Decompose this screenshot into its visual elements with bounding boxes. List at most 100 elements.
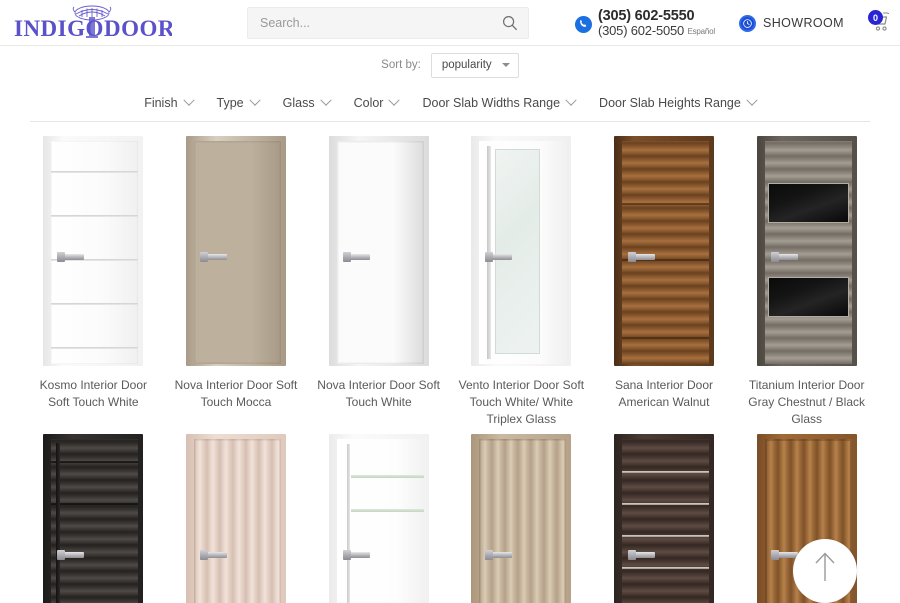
door-jamb: [614, 136, 714, 366]
door-slab: [479, 141, 566, 364]
door-trim-strip: [56, 443, 60, 603]
filter-label: Finish: [144, 96, 177, 110]
product-card[interactable]: Sana Interior Door American Walnut: [593, 136, 736, 428]
filter-door-slab-widths-range[interactable]: Door Slab Widths Range: [422, 96, 575, 110]
door-jamb: [757, 136, 857, 366]
door-groove: [51, 171, 138, 173]
door-seam: [51, 503, 138, 505]
product-card[interactable]: Nova Interior Door Soft Touch White: [307, 136, 450, 428]
chevron-down-icon: [320, 94, 331, 105]
door-groove: [51, 347, 138, 349]
door-slab: [51, 439, 138, 603]
door-jamb: [471, 434, 571, 603]
door-metal-strip: [622, 471, 709, 473]
product-grid: Kosmo Interior Door Soft Touch White Nova…: [0, 122, 900, 603]
product-card[interactable]: [450, 434, 593, 603]
chevron-down-icon: [183, 94, 194, 105]
door-image[interactable]: [471, 434, 571, 603]
filter-door-slab-heights-range[interactable]: Door Slab Heights Range: [599, 96, 756, 110]
filter-color[interactable]: Color: [354, 96, 399, 110]
door-jamb: [186, 434, 286, 603]
door-handle: [633, 552, 655, 558]
door-slab: [194, 439, 281, 603]
door-image[interactable]: [329, 136, 429, 366]
filter-label: Door Slab Heights Range: [599, 96, 741, 110]
search-icon[interactable]: [502, 15, 518, 31]
filter-finish[interactable]: Finish: [144, 96, 192, 110]
door-image[interactable]: [186, 434, 286, 603]
sort-by-select[interactable]: popularity: [431, 53, 519, 78]
product-card[interactable]: Nova Interior Door Soft Touch Mocca: [165, 136, 308, 428]
door-handle: [205, 552, 227, 558]
arrow-up-icon: [810, 548, 840, 582]
door-groove: [51, 303, 138, 305]
door-image[interactable]: [329, 434, 429, 603]
scroll-to-top-button[interactable]: [793, 539, 857, 603]
phone-secondary-note: Español: [688, 27, 716, 36]
door-slab: [51, 141, 138, 364]
door-image[interactable]: [614, 136, 714, 366]
search-bar[interactable]: [247, 7, 529, 39]
sort-bar: Sort by: popularity: [0, 46, 900, 84]
product-title[interactable]: Sana Interior Door American Walnut: [600, 377, 728, 411]
door-image[interactable]: [43, 136, 143, 366]
phone-secondary[interactable]: (305) 602-5050: [598, 23, 684, 38]
door-image[interactable]: [757, 136, 857, 366]
door-seam: [51, 461, 138, 463]
clock-icon: [739, 15, 756, 32]
showroom-link[interactable]: SHOWROOM: [739, 15, 844, 32]
door-jamb: [614, 434, 714, 603]
door-metal-strip: [622, 503, 709, 505]
door-handle: [348, 552, 370, 558]
door-image[interactable]: [186, 136, 286, 366]
door-handle: [633, 254, 655, 260]
phone-primary[interactable]: (305) 602-5550: [598, 8, 715, 24]
door-slab: [622, 141, 709, 364]
search-input[interactable]: [260, 16, 502, 30]
door-black-glass-panel: [768, 183, 849, 223]
product-card[interactable]: [307, 434, 450, 603]
door-trim-strip: [347, 444, 350, 603]
door-jamb: [329, 434, 429, 603]
product-title[interactable]: Nova Interior Door Soft Touch Mocca: [172, 377, 300, 411]
phone-block[interactable]: (305) 602-5550 (305) 602-5050 Español: [575, 8, 715, 39]
door-handle: [62, 254, 84, 260]
filter-type[interactable]: Type: [217, 96, 259, 110]
door-handle: [62, 552, 84, 558]
chevron-down-icon: [746, 94, 757, 105]
shopping-cart-button[interactable]: 0: [866, 10, 894, 36]
door-groove: [51, 215, 138, 217]
door-glass-strip: [351, 475, 424, 478]
door-image[interactable]: [43, 434, 143, 603]
product-card[interactable]: [165, 434, 308, 603]
product-card[interactable]: Kosmo Interior Door Soft Touch White: [22, 136, 165, 428]
filter-bar: Finish Type Glass Color Door Slab Widths Ran…: [30, 84, 870, 122]
product-title[interactable]: Titanium Interior Door Gray Chestnut / B…: [743, 377, 871, 428]
door-handle: [776, 552, 798, 558]
door-metal-strip: [622, 567, 709, 569]
product-title[interactable]: Vento Interior Door Soft Touch White/ Wh…: [457, 377, 585, 428]
door-jamb: [43, 136, 143, 366]
filter-glass[interactable]: Glass: [283, 96, 330, 110]
sort-by-label: Sort by:: [381, 59, 421, 71]
product-card[interactable]: Titanium Interior Door Gray Chestnut / B…: [735, 136, 878, 428]
door-slab: [337, 439, 424, 603]
door-image[interactable]: [614, 434, 714, 603]
product-title[interactable]: Nova Interior Door Soft Touch White: [315, 377, 443, 411]
door-glass-strip: [351, 509, 424, 512]
door-image[interactable]: [471, 136, 571, 366]
chevron-down-icon: [502, 63, 510, 67]
chevron-down-icon: [249, 94, 260, 105]
product-title[interactable]: Kosmo Interior Door Soft Touch White: [29, 377, 157, 411]
chevron-down-icon: [565, 94, 576, 105]
door-handle: [490, 254, 512, 260]
product-card[interactable]: [593, 434, 736, 603]
door-slab: [765, 141, 852, 364]
site-logo[interactable]: INDIGO DOORS: [12, 3, 172, 43]
filter-label: Glass: [283, 96, 315, 110]
product-card[interactable]: [22, 434, 165, 603]
product-card[interactable]: Vento Interior Door Soft Touch White/ Wh…: [450, 136, 593, 428]
door-seam: [622, 203, 709, 205]
door-slab: [622, 439, 709, 603]
door-handle: [205, 254, 227, 260]
